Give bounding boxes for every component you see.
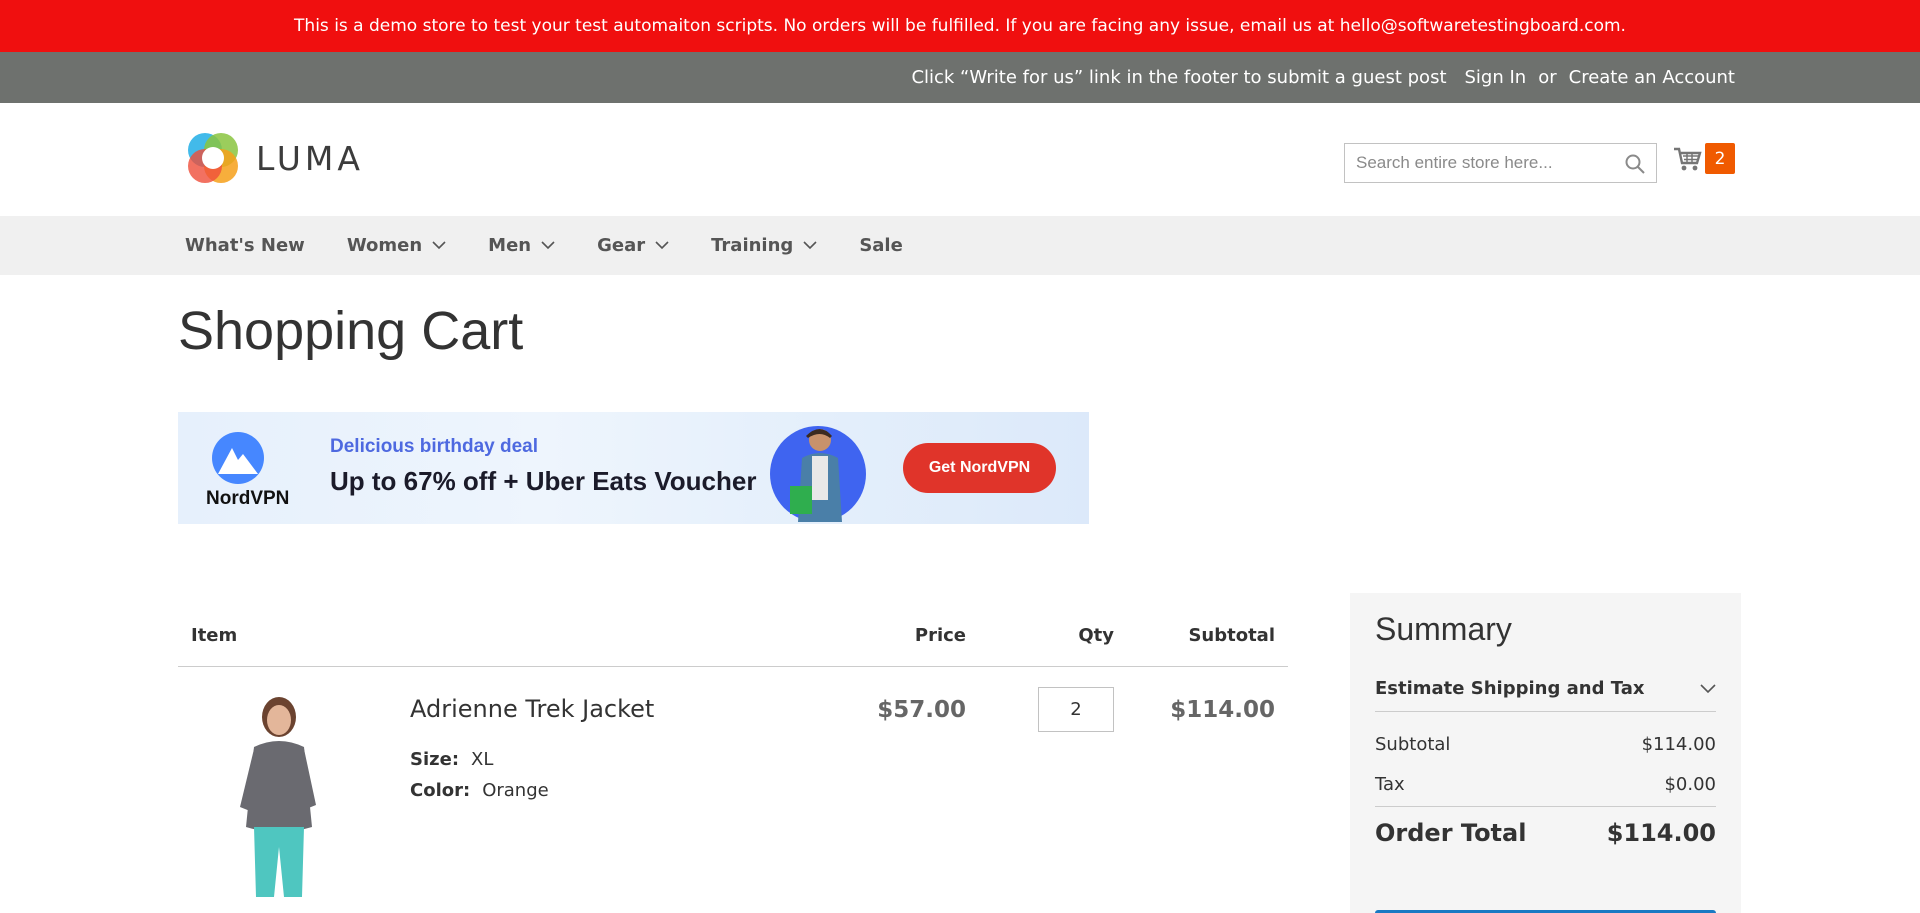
order-total-value: $114.00 [1606,819,1716,847]
search-icon[interactable] [1624,153,1646,175]
qty-input[interactable] [1038,687,1114,732]
cart-icon [1674,147,1702,170]
cart-count-badge: 2 [1705,143,1735,174]
search-input[interactable] [1345,144,1615,182]
nav-item-men[interactable]: Men [488,235,555,256]
luma-logo-icon [188,133,238,183]
page-title: Shopping Cart [178,301,524,361]
chevron-down-icon [1700,683,1716,693]
guest-post-text: Click “Write for us” link in the footer … [911,67,1447,88]
summary-tax-row: Tax $0.00 [1375,764,1716,804]
nordvpn-logo-icon [212,432,264,484]
nav-item-label: Gear [597,235,646,256]
or-text: or [1538,67,1557,88]
nav-item-training[interactable]: Training [711,235,817,256]
logo-text: LUMA [256,138,364,178]
chevron-down-icon [541,241,555,250]
option-value: XL [471,749,494,770]
nav-item-sale[interactable]: Sale [859,235,903,256]
nav-item-label: Training [711,235,794,256]
chevron-down-icon [803,241,817,250]
chevron-down-icon [432,241,446,250]
summary-subtotal-row: Subtotal $114.00 [1375,724,1716,764]
chevron-down-icon [655,241,669,250]
estimate-shipping-toggle[interactable]: Estimate Shipping and Tax [1375,666,1716,712]
person-illustration-icon [770,426,866,522]
nav-item-whats-new[interactable]: What's New [185,235,305,256]
cart-table: Item Price Qty Subtotal Adrienne Trek Ja… [178,592,1288,913]
demo-notice-bar: This is a demo store to test your test a… [0,0,1920,52]
summary-title: Summary [1375,611,1512,647]
cart-item-row: Adrienne Trek Jacket Size: XL Color: Orang… [178,667,1288,913]
tax-value: $0.00 [1664,773,1716,795]
sign-in-link[interactable]: Sign In [1465,67,1527,88]
summary-total-row: Order Total $114.00 [1375,806,1716,847]
header-qty: Qty [1078,625,1114,646]
get-nordvpn-button[interactable]: Get NordVPN [903,443,1056,493]
option-label: Size: [410,749,460,770]
minicart-button[interactable]: 2 [1673,143,1735,174]
nav-item-label: Sale [859,235,903,256]
create-account-link[interactable]: Create an Account [1569,67,1735,88]
header-subtotal: Subtotal [1188,625,1275,646]
nav-item-label: Men [488,235,532,256]
header-item: Item [191,625,238,646]
header-price: Price [914,625,966,646]
nordvpn-ad-banner[interactable]: NordVPN Delicious birthday deal Up to 67… [178,412,1089,524]
tax-label: Tax [1375,773,1405,795]
banner-deal-text: Delicious birthday deal [330,436,538,457]
product-option-color: Color: Orange [410,780,549,801]
main-nav: What's New Women Men Gear Training Sale [0,216,1920,275]
estimate-shipping-label: Estimate Shipping and Tax [1375,678,1645,699]
nav-item-label: Women [346,235,423,256]
nav-item-women[interactable]: Women [347,235,446,256]
nav-item-label: What's New [185,235,305,256]
subtotal-value: $114.00 [1641,733,1716,755]
product-option-size: Size: XL [410,749,493,770]
nav-item-gear[interactable]: Gear [597,235,669,256]
search-box [1344,143,1657,183]
header: LUMA 2 [0,103,1920,216]
nordvpn-brand: NordVPN [206,488,290,509]
subtotal-label: Subtotal [1375,733,1451,755]
cart-table-header: Item Price Qty Subtotal [178,592,1288,667]
banner-offer-text: Up to 67% off + Uber Eats Voucher [330,466,757,496]
demo-notice-text: This is a demo store to test your test a… [294,16,1626,36]
logo-link[interactable]: LUMA [186,131,364,185]
item-subtotal: $114.00 [1170,697,1275,723]
option-value: Orange [482,780,549,801]
item-price: $57.00 [877,697,966,723]
cart-summary: Summary Estimate Shipping and Tax Subtot… [1350,593,1741,913]
product-image[interactable] [204,687,354,897]
order-total-label: Order Total [1375,819,1527,847]
top-links-bar: Click “Write for us” link in the footer … [0,52,1920,103]
product-name-link[interactable]: Adrienne Trek Jacket [410,695,654,723]
option-label: Color: [410,780,471,801]
